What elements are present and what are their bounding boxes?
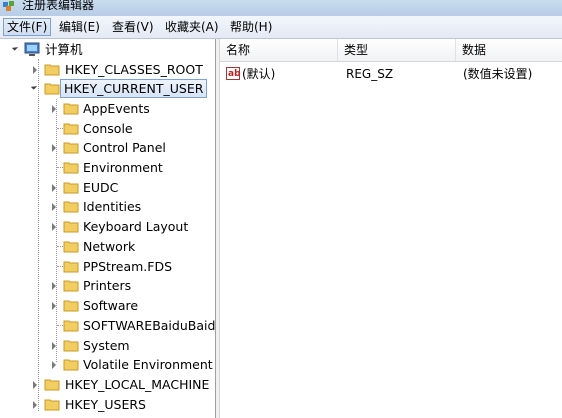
tree-item-label: Volatile Environment — [83, 357, 213, 372]
tree-item-label: HKEY_USERS — [65, 397, 146, 412]
folder-icon — [63, 340, 79, 352]
tree-item-software[interactable]: Software — [0, 296, 215, 315]
menu-favorites[interactable]: 收藏夹(A) — [162, 19, 222, 35]
folder-icon — [63, 280, 79, 292]
tree-item-label: HKEY_LOCAL_MACHINE — [65, 377, 210, 392]
folder-open-icon — [44, 83, 60, 95]
menu-help[interactable]: 帮助(H) — [227, 19, 275, 35]
folder-icon — [63, 201, 79, 213]
folder-icon — [63, 142, 79, 154]
tree-item-label: HKEY_CLASSES_ROOT — [65, 62, 203, 77]
tree-item-eudc[interactable]: EUDC — [0, 178, 215, 197]
expand-arrow-icon[interactable] — [11, 44, 19, 51]
tree-item-label: Network — [83, 239, 136, 254]
tree-item-label: Control Panel — [83, 140, 166, 155]
tree-item-label: SOFTWAREBaiduBaidu — [83, 318, 215, 333]
tree-item-label: Console — [83, 121, 133, 136]
tree-item-ppstream-fds[interactable]: PPStream.FDS — [0, 257, 215, 276]
tree-item-printers[interactable]: Printers — [0, 276, 215, 295]
tree-item-label: Printers — [83, 278, 132, 293]
tree-item-appevents[interactable]: AppEvents — [0, 99, 215, 118]
tree-item-identities[interactable]: Identities — [0, 197, 215, 216]
folder-icon — [63, 221, 79, 233]
menu-edit[interactable]: 编辑(E) — [56, 19, 103, 35]
column-header-name[interactable]: 名称 — [220, 39, 338, 61]
tree-item-label: HKEY_CURRENT_USER — [60, 79, 208, 98]
folder-icon — [63, 261, 79, 273]
value-data: (数值未设置) — [463, 67, 533, 81]
value-type: REG_SZ — [346, 67, 394, 81]
tree-item-keyboard-layout[interactable]: Keyboard Layout — [0, 217, 215, 236]
folder-icon — [63, 162, 79, 174]
tree-item-hkey-local-machine[interactable]: HKEY_LOCAL_MACHINE — [0, 375, 215, 394]
tree-item-environment[interactable]: Environment — [0, 158, 215, 177]
title-bar: 注册表编辑器 — [0, 0, 562, 16]
expand-arrow-icon[interactable] — [52, 282, 56, 290]
expand-arrow-icon[interactable] — [52, 302, 56, 310]
tree-item-hkey-current-user[interactable]: HKEY_CURRENT_USER — [0, 79, 215, 98]
list-header: 名称 类型 数据 — [220, 39, 562, 62]
regedit-icon — [3, 1, 14, 11]
tree-item-hkey-classes-root[interactable]: HKEY_CLASSES_ROOT — [0, 60, 215, 79]
tree-item-software-baidu[interactable]: SOFTWAREBaiduBaidu — [0, 316, 215, 335]
collapse-arrow-icon[interactable] — [30, 83, 38, 90]
column-header-data[interactable]: 数据 — [456, 39, 562, 61]
expand-arrow-icon[interactable] — [33, 401, 37, 409]
column-header-type[interactable]: 类型 — [338, 39, 456, 61]
tree-item-system[interactable]: System — [0, 336, 215, 355]
menu-file[interactable]: 文件(F) — [3, 18, 52, 36]
expand-arrow-icon[interactable] — [52, 342, 56, 350]
tree-item-network[interactable]: Network — [0, 237, 215, 256]
folder-icon — [63, 300, 79, 312]
folder-icon — [63, 123, 79, 135]
folder-icon — [63, 359, 79, 371]
tree-item-label: 计算机 — [45, 42, 83, 57]
expand-arrow-icon[interactable] — [52, 184, 56, 192]
folder-icon — [63, 241, 79, 253]
expand-arrow-icon[interactable] — [52, 203, 56, 211]
tree-item-label: Identities — [83, 199, 142, 214]
expand-arrow-icon[interactable] — [52, 144, 56, 152]
folder-icon — [44, 379, 60, 391]
folder-icon — [44, 64, 60, 76]
folder-icon — [63, 103, 79, 115]
ab-string-icon: ab — [226, 67, 241, 80]
tree-item-label: Keyboard Layout — [83, 219, 189, 234]
menu-bar: 文件(F) 编辑(E) 查看(V) 收藏夹(A) 帮助(H) — [0, 16, 562, 39]
tree-item-label: Environment — [83, 160, 163, 175]
expand-arrow-icon[interactable] — [52, 361, 56, 369]
expand-arrow-icon[interactable] — [33, 381, 37, 389]
folder-icon — [44, 399, 60, 411]
tree-item-control-panel[interactable]: Control Panel — [0, 138, 215, 157]
key-tree[interactable]: 计算机 HKEY_CLASSES_ROOT HKEY_CURRENT_USER … — [0, 39, 215, 418]
tree-item-label: PPStream.FDS — [83, 259, 173, 274]
tree-item-computer[interactable]: 计算机 — [0, 40, 215, 59]
menu-view[interactable]: 查看(V) — [109, 19, 157, 35]
value-list[interactable]: 名称 类型 数据 ab (默认) REG_SZ (数值未设置) — [220, 39, 562, 418]
tree-item-label: EUDC — [83, 180, 119, 195]
computer-icon — [24, 42, 40, 56]
folder-icon — [63, 182, 79, 194]
expand-arrow-icon[interactable] — [52, 223, 56, 231]
tree-item-hkey-users[interactable]: HKEY_USERS — [0, 395, 215, 414]
folder-icon — [63, 320, 79, 332]
value-name: (默认) — [242, 67, 276, 81]
tree-item-label: AppEvents — [83, 101, 150, 116]
list-item[interactable]: ab (默认) REG_SZ (数值未设置) — [220, 64, 562, 84]
window-title: 注册表编辑器 — [22, 0, 95, 12]
expand-arrow-icon[interactable] — [33, 66, 37, 74]
tree-item-label: Software — [83, 298, 139, 313]
tree-item-console[interactable]: Console — [0, 119, 215, 138]
tree-item-label: System — [83, 338, 130, 353]
tree-item-volatile-environment[interactable]: Volatile Environment — [0, 355, 215, 374]
expand-arrow-icon[interactable] — [52, 105, 56, 113]
